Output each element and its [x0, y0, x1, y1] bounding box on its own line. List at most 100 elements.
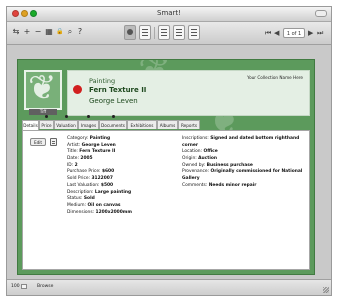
- tab-bar: Details Price Valuation Images Documents…: [22, 115, 310, 130]
- view-mode-button-compact[interactable]: [158, 25, 170, 40]
- details-panel: Edit Category: Painting Artist: George L…: [22, 130, 310, 270]
- field-value: Large painting: [94, 189, 132, 195]
- table-view-icon: [176, 29, 182, 36]
- field-label: Date:: [67, 156, 79, 162]
- tab-details[interactable]: Details: [22, 120, 39, 130]
- field-row: Comments: Needs minor repair: [182, 183, 306, 190]
- field-value: Business purchase: [206, 162, 253, 168]
- view-mode-button-record[interactable]: [124, 25, 136, 40]
- record-counter[interactable]: 1 of 1: [283, 28, 305, 38]
- title-bar: Smart!: [7, 7, 331, 22]
- tab-exhibitions[interactable]: Exhibitions: [127, 120, 157, 129]
- first-record-icon[interactable]: ⏮: [265, 28, 271, 38]
- field-value: Office: [203, 149, 218, 155]
- tab-documents[interactable]: Documents: [99, 120, 127, 129]
- field-value: $500: [100, 182, 114, 188]
- field-value: Painting: [89, 136, 111, 141]
- grid-icon[interactable]: ▦: [44, 27, 54, 37]
- grid-view-icon: [191, 29, 197, 36]
- view-mode-button-list[interactable]: [139, 25, 151, 40]
- field-label: Inscriptions:: [182, 136, 209, 141]
- app-window: Smart! ⇆ + − ▦ 🔒 ⌕ ? ⏮ ◀ 1 of 1 ▶ ⏭ ❦ ❦ …: [6, 6, 332, 296]
- record-artist: George Leven: [89, 97, 138, 105]
- zoom-level: 100: [11, 284, 20, 289]
- toolbar: ⇆ + − ▦ 🔒 ⌕ ? ⏮ ◀ 1 of 1 ▶ ⏭: [7, 22, 331, 45]
- field-row: Sold Price: 3122007: [67, 176, 177, 183]
- field-value: 3122007: [91, 176, 113, 182]
- field-label: Sold Price:: [67, 176, 91, 182]
- field-row: Provenance: Originally commissioned for …: [182, 169, 306, 182]
- record-card: ❦ ❦ ❦ ❦ ❦ Tiff Painting Fern Texture II …: [17, 59, 315, 275]
- compact-view-icon: [161, 29, 167, 36]
- list-view-icon: [142, 29, 148, 36]
- field-value: $600: [101, 169, 115, 175]
- field-value: George Leven: [81, 142, 116, 148]
- last-record-icon[interactable]: ⏭: [317, 28, 323, 38]
- search-icon[interactable]: ⌕: [65, 27, 75, 37]
- tab-valuation[interactable]: Valuation: [54, 120, 78, 129]
- field-value: Oil on canvas: [87, 202, 121, 208]
- status-indicator-dot: [73, 85, 82, 94]
- record-title: Fern Texture II: [89, 86, 147, 94]
- field-label: Status:: [67, 196, 83, 202]
- field-label: Category:: [67, 136, 89, 141]
- next-record-icon[interactable]: ▶: [308, 28, 313, 38]
- plus-icon[interactable]: +: [22, 27, 32, 37]
- tab-albums[interactable]: Albums: [157, 120, 178, 129]
- field-label: Provenance:: [182, 169, 210, 175]
- field-value: Fern Texture II: [79, 149, 116, 155]
- record-view-icon: [127, 29, 133, 35]
- field-row: Medium: Oil on canvas: [67, 203, 177, 210]
- toolbar-divider: [154, 27, 155, 39]
- lock-icon[interactable]: 🔒: [55, 27, 65, 37]
- details-right-column: Inscriptions: Signed and dated bottom ri…: [182, 136, 306, 190]
- collection-name: Your Collection Name Here: [247, 75, 303, 80]
- status-bar: 100 Browse: [7, 279, 331, 295]
- toolbar-toggle-button[interactable]: [315, 10, 327, 17]
- record-view: ❦ ❦ ❦ ❦ ❦ Tiff Painting Fern Texture II …: [7, 45, 331, 279]
- view-mode-button-table[interactable]: [173, 25, 185, 40]
- details-left-column: Category: Painting Artist: George Leven …: [67, 136, 177, 216]
- field-label: Title:: [67, 149, 78, 155]
- field-label: Description:: [67, 189, 94, 195]
- field-value: 2: [74, 162, 78, 168]
- document-icon[interactable]: [50, 138, 57, 146]
- record-header: Painting Fern Texture II George Leven Yo…: [67, 70, 310, 116]
- field-row: Dimensions: 1200x2000mm: [67, 210, 177, 217]
- field-row: Date: 2005: [67, 156, 177, 163]
- field-label: Comments:: [182, 182, 208, 188]
- field-label: Medium:: [67, 202, 87, 208]
- help-icon[interactable]: ?: [75, 27, 85, 37]
- field-row: Inscriptions: Signed and dated bottom ri…: [182, 136, 306, 149]
- tab-reports[interactable]: Reports: [178, 120, 200, 129]
- resize-grip-icon[interactable]: [323, 287, 329, 293]
- tab-price[interactable]: Price: [39, 120, 54, 129]
- minus-icon[interactable]: −: [33, 27, 43, 37]
- field-label: Last Valuation:: [67, 182, 100, 188]
- previous-record-icon[interactable]: ◀: [274, 28, 279, 38]
- field-value: Auction: [198, 156, 218, 162]
- field-label: ID:: [67, 162, 74, 168]
- tab-indicator-dot: [112, 115, 115, 118]
- field-value: 1200x2000mm: [95, 209, 132, 215]
- field-row: Origin: Auction: [182, 156, 306, 163]
- tab-indicator-dot: [45, 115, 48, 118]
- field-label: Location:: [182, 149, 203, 155]
- edit-button[interactable]: Edit: [30, 138, 46, 146]
- field-label: Origin:: [182, 156, 197, 162]
- field-value: Needs minor repair: [208, 182, 257, 188]
- field-row: Last Valuation: $500: [67, 183, 177, 190]
- field-value: 2005: [80, 156, 93, 162]
- field-row: Category: Painting: [67, 136, 177, 143]
- back-forward-icon[interactable]: ⇆: [11, 27, 21, 37]
- zoom-control[interactable]: [21, 284, 27, 289]
- field-row: Status: Sold: [67, 196, 177, 203]
- view-mode-button-grid[interactable]: [188, 25, 200, 40]
- mode-label[interactable]: Browse: [37, 284, 53, 289]
- artwork-thumbnail[interactable]: ❦: [24, 70, 62, 110]
- thumbnail-caption: Tiff: [29, 109, 57, 115]
- tab-images[interactable]: Images: [78, 120, 99, 129]
- field-label: Artist:: [67, 142, 81, 148]
- window-title: Smart!: [157, 9, 181, 17]
- field-label: Dimensions:: [67, 209, 95, 215]
